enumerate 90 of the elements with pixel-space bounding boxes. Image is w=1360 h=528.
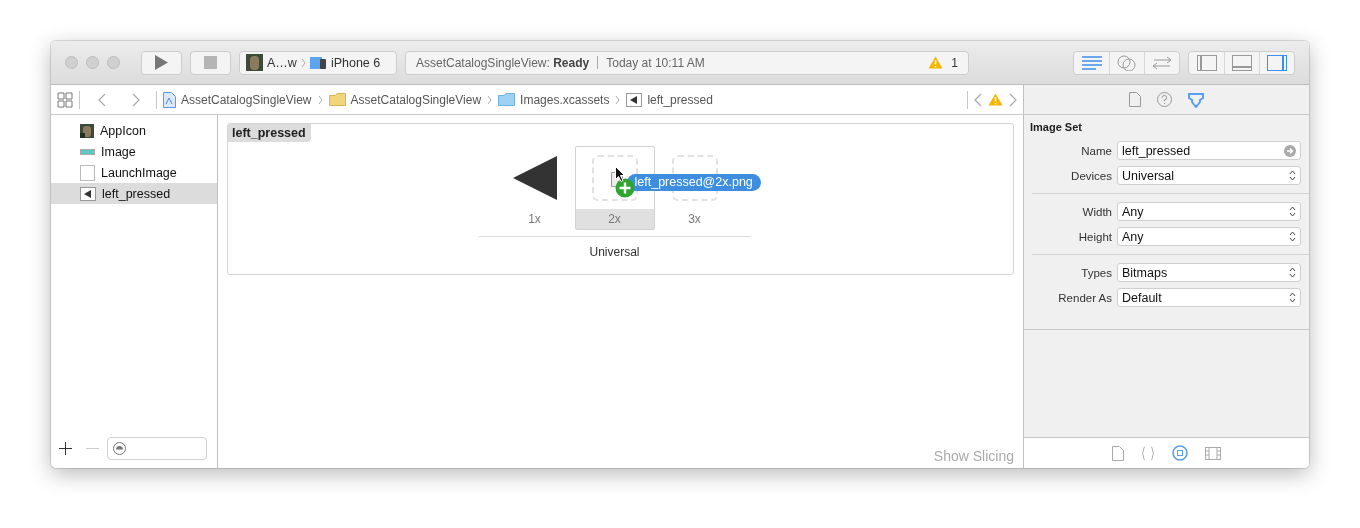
scale-label: 2x	[575, 209, 654, 229]
text-field[interactable]: left_pressed	[1117, 141, 1301, 160]
popup-button[interactable]: Any	[1117, 227, 1301, 246]
updown-icon	[1289, 170, 1296, 181]
help-icon	[1157, 92, 1172, 107]
path-crumb[interactable]: Images.xcassets	[498, 92, 610, 107]
scale-label: 1x	[527, 211, 542, 228]
crumb-chevron-icon	[487, 94, 493, 105]
library-tab[interactable]	[1141, 445, 1155, 461]
path-crumb[interactable]: left_pressed	[626, 92, 713, 107]
run-button[interactable]	[141, 50, 182, 75]
scheme-selector[interactable]: A…w iPhone 6	[239, 50, 397, 75]
image-set-icon	[80, 186, 96, 201]
filter-field[interactable]	[107, 436, 207, 460]
app-icon-thumbnail	[80, 123, 94, 138]
attributes-icon	[1188, 91, 1204, 108]
folder-icon	[498, 93, 516, 106]
add-badge-icon	[614, 178, 635, 198]
document-icon	[1112, 445, 1124, 461]
device-icon	[309, 55, 327, 70]
go-arrow-icon	[1284, 144, 1296, 157]
popup-button[interactable]: Universal	[1117, 166, 1301, 185]
play-icon	[155, 55, 168, 70]
film-icon	[1205, 446, 1221, 460]
left-triangle-image	[512, 156, 557, 200]
build-status: AssetCatalogSingleView: Ready	[416, 55, 590, 70]
panel-icon	[1267, 54, 1287, 71]
launch-image-thumbnail	[80, 164, 95, 181]
updown-icon	[1289, 231, 1296, 242]
section-title: Image Set	[1029, 120, 1083, 135]
warning-count: 1	[951, 55, 958, 70]
folder-icon	[328, 93, 346, 106]
updown-icon	[1289, 206, 1296, 217]
project-file-icon	[163, 91, 176, 108]
library-tab[interactable]	[1172, 445, 1188, 461]
warning-icon	[928, 56, 944, 69]
arrows-icon	[1151, 55, 1173, 70]
image-set-title: left_pressed	[228, 124, 311, 142]
updown-icon	[1289, 267, 1296, 278]
image-set-icon	[626, 92, 643, 107]
asset-list-item[interactable]: LaunchImage	[51, 162, 217, 183]
grid-icon[interactable]	[57, 91, 73, 108]
asset-list-item[interactable]: left_pressed	[51, 183, 217, 204]
popup-button[interactable]: Bitmaps	[1117, 263, 1301, 282]
field-label: Types	[1080, 266, 1112, 279]
panel-icon	[1196, 54, 1217, 71]
build-time: Today at 10:11 AM	[606, 55, 705, 70]
field-label: Render As	[1057, 291, 1112, 304]
path-crumb[interactable]: AssetCatalogSingleView	[163, 91, 312, 108]
field-label: Name	[1080, 144, 1112, 157]
dragged-file-label: left_pressed@2x.png	[626, 174, 761, 191]
device-label: Universal	[589, 245, 640, 259]
document-icon	[1129, 92, 1141, 107]
braces-icon	[1141, 445, 1155, 461]
forward-chevron-icon[interactable]	[132, 92, 140, 107]
panel-icon	[1232, 54, 1252, 71]
field-label: Devices	[1070, 169, 1112, 182]
popup-button[interactable]: Any	[1117, 202, 1301, 221]
forward-chevron-icon[interactable]	[1009, 92, 1017, 107]
asset-list-item[interactable]: AppIcon	[51, 120, 217, 141]
popup-button[interactable]: Default	[1117, 288, 1301, 307]
scheme-name: A…w	[267, 55, 297, 70]
crumb-chevron-icon	[300, 57, 306, 68]
inspector-tab[interactable]	[1129, 92, 1141, 107]
inspector-tab[interactable]	[1188, 91, 1204, 108]
back-chevron-icon[interactable]	[98, 92, 106, 107]
close-button[interactable]	[65, 56, 78, 69]
field-label: Height	[1077, 230, 1112, 243]
path-crumb[interactable]: AssetCatalogSingleView	[328, 92, 482, 107]
device-name: iPhone 6	[330, 55, 381, 70]
object-icon	[1172, 445, 1188, 461]
field-label: Width	[1081, 205, 1112, 218]
library-tab[interactable]	[1112, 445, 1124, 461]
library-tab[interactable]	[1205, 446, 1221, 460]
minimize-button[interactable]	[86, 56, 99, 69]
scale-label: 3x	[687, 211, 702, 228]
lines-icon	[1080, 55, 1103, 70]
inspector-tab[interactable]	[1157, 92, 1172, 107]
cursor-icon	[614, 166, 626, 182]
back-chevron-icon[interactable]	[974, 92, 982, 107]
app-icon-thumbnail	[246, 54, 263, 71]
stop-icon	[204, 56, 217, 69]
crumb-chevron-icon	[615, 94, 621, 105]
crumb-chevron-icon	[317, 94, 323, 105]
zoom-button[interactable]	[107, 56, 120, 69]
filter-icon	[113, 441, 126, 455]
circles-icon	[1117, 54, 1137, 71]
add-icon[interactable]	[59, 441, 72, 455]
updown-icon	[1289, 292, 1296, 303]
asset-list-item[interactable]: Image	[51, 141, 217, 162]
